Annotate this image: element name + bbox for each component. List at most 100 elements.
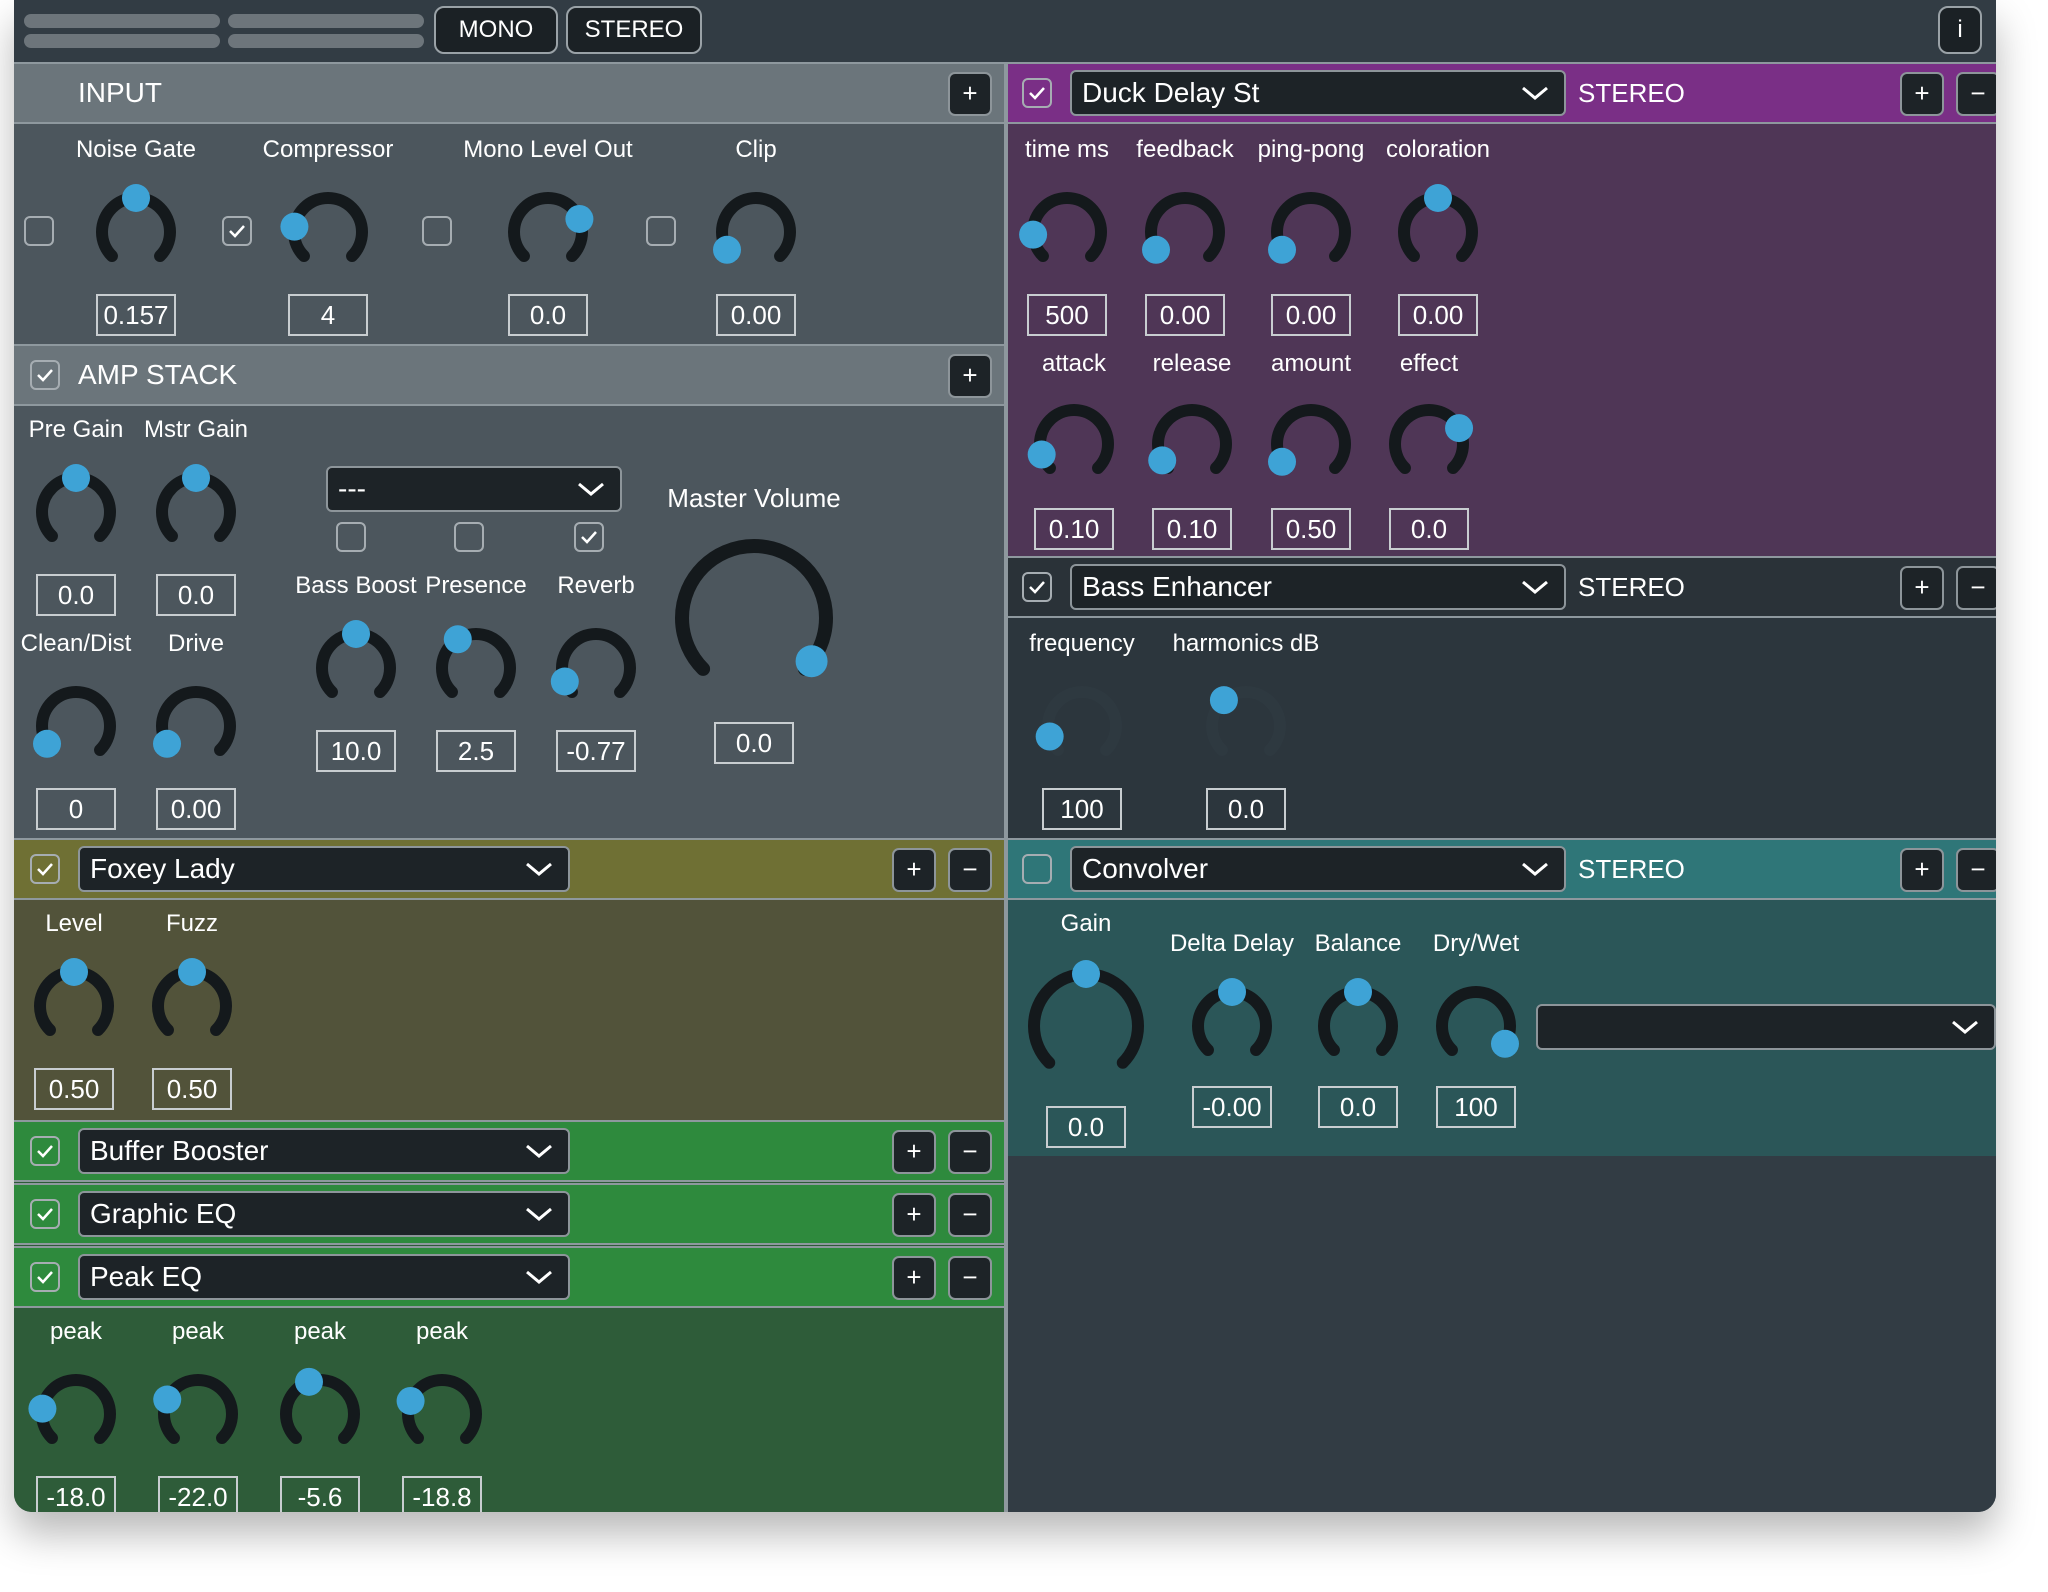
preset-slot-1[interactable] bbox=[24, 14, 220, 28]
knob-indicator[interactable] bbox=[1072, 960, 1100, 988]
knob-indicator[interactable] bbox=[33, 729, 62, 758]
knob-indicator[interactable] bbox=[1019, 220, 1048, 249]
peak-3-knob[interactable] bbox=[270, 1364, 370, 1464]
peak-2-knob[interactable] bbox=[148, 1364, 248, 1464]
peak-3-value[interactable]: -5.6 bbox=[280, 1476, 360, 1512]
knob-indicator[interactable] bbox=[396, 1386, 425, 1415]
fuzz-knob[interactable] bbox=[142, 956, 242, 1056]
harmonics-db-value[interactable]: 0.0 bbox=[1206, 788, 1286, 830]
convolver-dropdown[interactable]: Convolver bbox=[1070, 846, 1566, 892]
mono-button[interactable]: MONO bbox=[434, 6, 558, 54]
level-value[interactable]: 0.50 bbox=[34, 1068, 114, 1110]
foxey-lady-checkbox[interactable] bbox=[30, 854, 60, 884]
amount-knob[interactable] bbox=[1261, 394, 1361, 494]
knob-indicator[interactable] bbox=[153, 1385, 182, 1414]
peak-1-value[interactable]: -18.0 bbox=[36, 1476, 116, 1512]
convolver-checkbox[interactable] bbox=[1022, 854, 1052, 884]
duck-delay-add-button[interactable]: + bbox=[1900, 72, 1944, 116]
bass-enhancer-checkbox[interactable] bbox=[1022, 572, 1052, 602]
knob-indicator[interactable] bbox=[1218, 978, 1246, 1006]
frequency-value[interactable]: 100 bbox=[1042, 788, 1122, 830]
pre-gain-value[interactable]: 0.0 bbox=[36, 574, 116, 616]
bass-enhancer-remove-button[interactable]: − bbox=[1956, 566, 1996, 610]
master-volume-value[interactable]: 0.0 bbox=[714, 722, 794, 764]
stereo-button[interactable]: STEREO bbox=[566, 6, 702, 54]
knob-indicator[interactable] bbox=[713, 235, 742, 264]
compressor-value[interactable]: 4 bbox=[288, 294, 368, 336]
balance-value[interactable]: 0.0 bbox=[1318, 1086, 1398, 1128]
gain-value[interactable]: 0.0 bbox=[1046, 1106, 1126, 1148]
knob-indicator[interactable] bbox=[1035, 722, 1064, 751]
knob-indicator[interactable] bbox=[178, 958, 206, 986]
duck-delay-remove-button[interactable]: − bbox=[1956, 72, 1996, 116]
peak-eq-remove-button[interactable]: − bbox=[948, 1256, 992, 1300]
release-value[interactable]: 0.10 bbox=[1152, 508, 1232, 550]
peak-eq-checkbox[interactable] bbox=[30, 1262, 60, 1292]
mono-level-out-knob[interactable] bbox=[498, 182, 598, 282]
harmonics-db-knob[interactable] bbox=[1196, 676, 1296, 776]
knob-indicator[interactable] bbox=[795, 645, 828, 678]
feedback-value[interactable]: 0.00 bbox=[1145, 294, 1225, 336]
coloration-knob[interactable] bbox=[1388, 182, 1488, 282]
bass-enhancer-dropdown[interactable]: Bass Enhancer bbox=[1070, 564, 1566, 610]
fuzz-value[interactable]: 0.50 bbox=[152, 1068, 232, 1110]
bass-boost-value[interactable]: 10.0 bbox=[316, 730, 396, 772]
knob-indicator[interactable] bbox=[1027, 440, 1056, 469]
knob-indicator[interactable] bbox=[122, 184, 150, 212]
reverb-knob[interactable] bbox=[546, 618, 646, 718]
knob-indicator[interactable] bbox=[1209, 686, 1238, 715]
feedback-knob[interactable] bbox=[1135, 182, 1235, 282]
clip-value[interactable]: 0.00 bbox=[716, 294, 796, 336]
balance-knob[interactable] bbox=[1308, 976, 1408, 1076]
amp-model-dropdown[interactable]: --- bbox=[326, 466, 622, 512]
level-knob[interactable] bbox=[24, 956, 124, 1056]
effect-knob[interactable] bbox=[1379, 394, 1479, 494]
mono-level-out-checkbox[interactable] bbox=[422, 216, 452, 246]
duck-delay-checkbox[interactable] bbox=[1022, 78, 1052, 108]
effect-value[interactable]: 0.0 bbox=[1389, 508, 1469, 550]
knob-indicator[interactable] bbox=[1424, 184, 1452, 212]
drive-value[interactable]: 0.00 bbox=[156, 788, 236, 830]
foxey-lady-dropdown[interactable]: Foxey Lady bbox=[78, 846, 570, 892]
ping-pong-value[interactable]: 0.00 bbox=[1271, 294, 1351, 336]
reverb-checkbox[interactable] bbox=[574, 522, 604, 552]
delta-delay-knob[interactable] bbox=[1182, 976, 1282, 1076]
knob-indicator[interactable] bbox=[1142, 235, 1171, 264]
peak-2-value[interactable]: -22.0 bbox=[158, 1476, 238, 1512]
peak-4-knob[interactable] bbox=[392, 1364, 492, 1464]
buffer-booster-remove-button[interactable]: − bbox=[948, 1130, 992, 1174]
knob-indicator[interactable] bbox=[1344, 978, 1372, 1006]
input-add-button[interactable]: + bbox=[948, 72, 992, 116]
knob-indicator[interactable] bbox=[1268, 235, 1297, 264]
dry-wet-knob[interactable] bbox=[1426, 976, 1526, 1076]
noise-gate-value[interactable]: 0.157 bbox=[96, 294, 176, 336]
reverb-value[interactable]: -0.77 bbox=[556, 730, 636, 772]
presence-value[interactable]: 2.5 bbox=[436, 730, 516, 772]
drive-knob[interactable] bbox=[146, 676, 246, 776]
preset-slot-4[interactable] bbox=[228, 34, 424, 48]
impulse-response-dropdown[interactable] bbox=[1536, 1004, 1996, 1050]
knob-indicator[interactable] bbox=[294, 1367, 323, 1396]
mstr-gain-value[interactable]: 0.0 bbox=[156, 574, 236, 616]
presence-knob[interactable] bbox=[426, 618, 526, 718]
buffer-booster-add-button[interactable]: + bbox=[892, 1130, 936, 1174]
graphic-eq-remove-button[interactable]: − bbox=[948, 1193, 992, 1237]
knob-indicator[interactable] bbox=[28, 1394, 57, 1423]
knob-indicator[interactable] bbox=[1445, 414, 1474, 443]
mono-level-out-value[interactable]: 0.0 bbox=[508, 294, 588, 336]
foxey-lady-remove-button[interactable]: − bbox=[948, 848, 992, 892]
knob-indicator[interactable] bbox=[153, 729, 182, 758]
knob-indicator[interactable] bbox=[280, 212, 309, 241]
time-ms-value[interactable]: 500 bbox=[1027, 294, 1107, 336]
bass-boost-knob[interactable] bbox=[306, 618, 406, 718]
bass-boost-checkbox[interactable] bbox=[336, 522, 366, 552]
ping-pong-knob[interactable] bbox=[1261, 182, 1361, 282]
knob-indicator[interactable] bbox=[1148, 446, 1177, 475]
amount-value[interactable]: 0.50 bbox=[1271, 508, 1351, 550]
delta-delay-value[interactable]: -0.00 bbox=[1192, 1086, 1272, 1128]
foxey-lady-add-button[interactable]: + bbox=[892, 848, 936, 892]
peak-1-knob[interactable] bbox=[26, 1364, 126, 1464]
frequency-knob[interactable] bbox=[1032, 676, 1132, 776]
attack-knob[interactable] bbox=[1024, 394, 1124, 494]
master-volume-knob[interactable] bbox=[664, 528, 844, 708]
